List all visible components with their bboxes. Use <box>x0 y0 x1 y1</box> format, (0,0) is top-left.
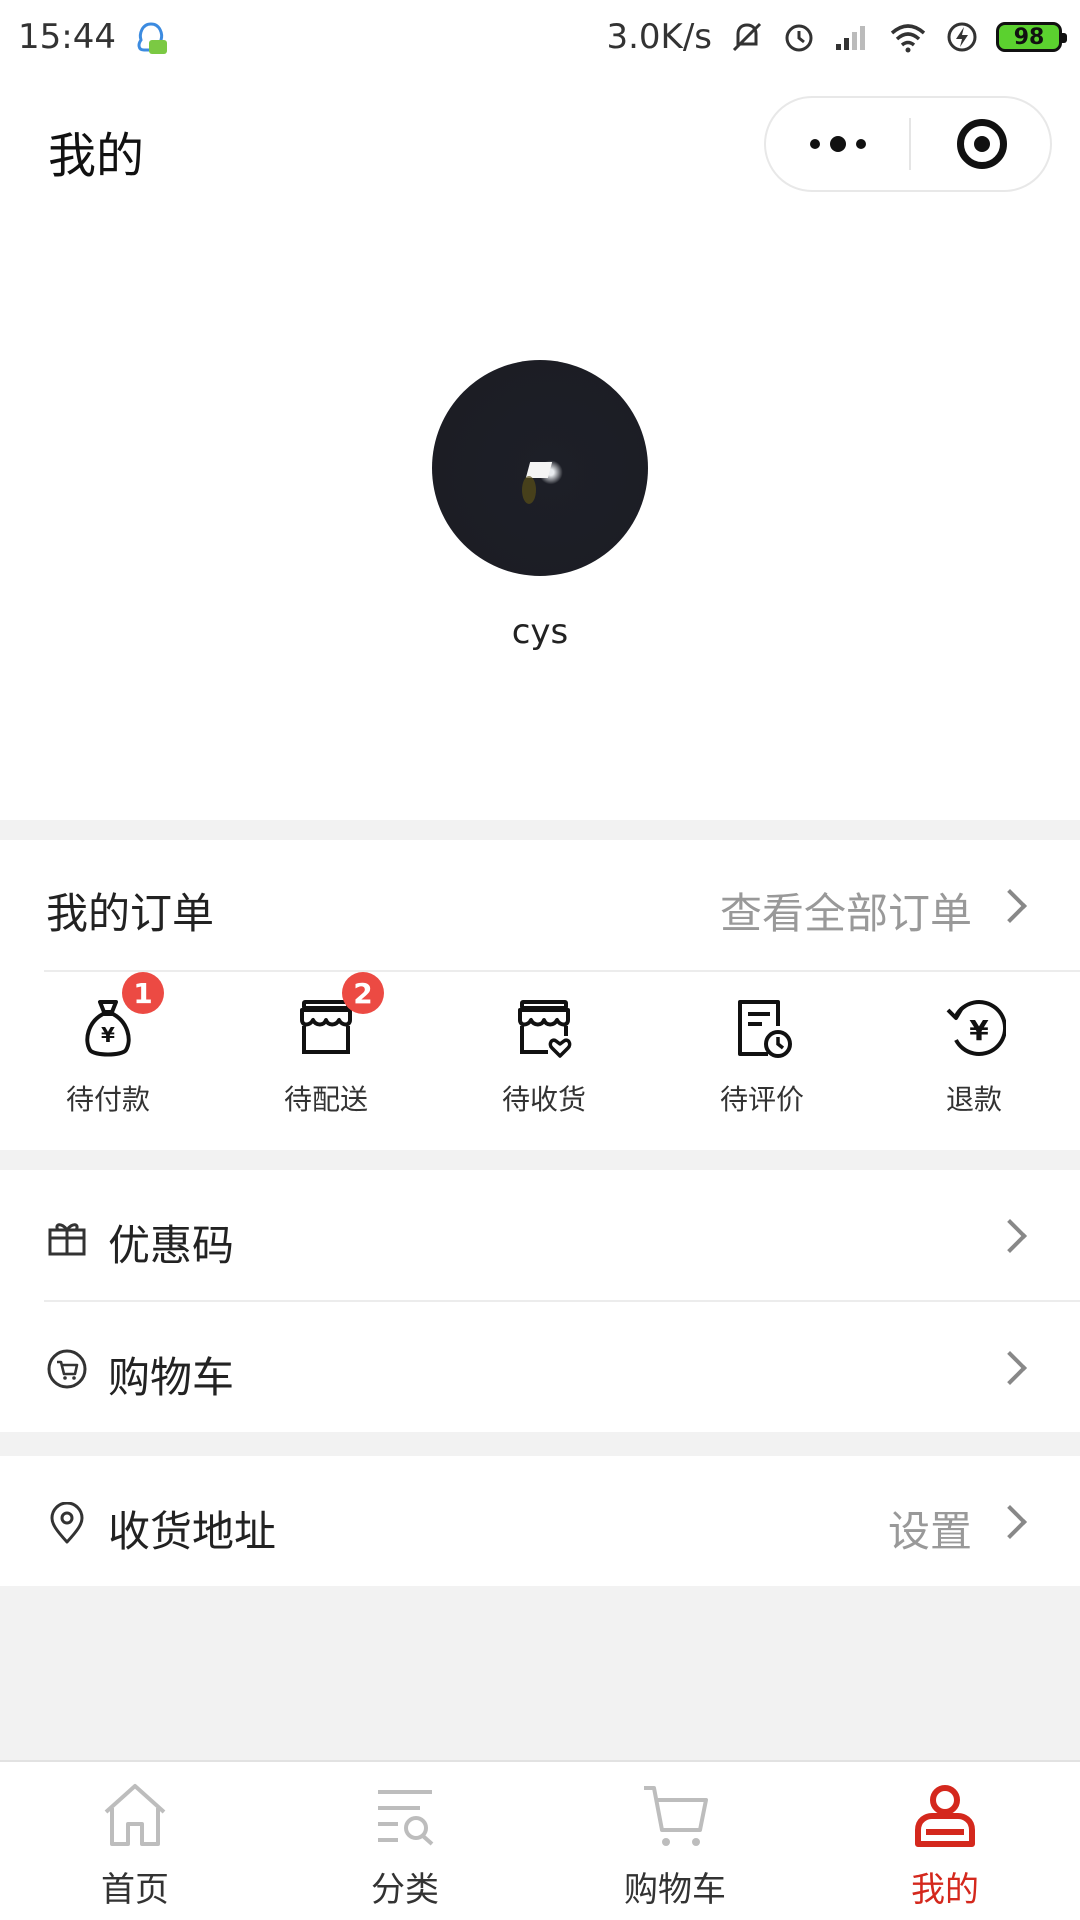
username: cys <box>511 612 569 652</box>
alarm-icon <box>785 24 813 52</box>
order-pending-payment[interactable]: ¥ 1 待付款 <box>8 972 208 1140</box>
svg-text:¥: ¥ <box>969 1014 989 1047</box>
cart-label: 购物车 <box>108 1353 235 1402</box>
tab-label: 首页 <box>101 1870 169 1910</box>
tab-label: 分类 <box>371 1870 439 1910</box>
close-target-icon <box>956 119 1007 169</box>
tab-label: 购物车 <box>624 1870 726 1910</box>
order-status-row: ¥ 1 待付款 2 待配送 待收货 待评价 ¥ 退款 <box>0 972 1080 1140</box>
order-status-label: 退款 <box>945 1083 1002 1116</box>
order-status-label: 待付款 <box>65 1083 150 1116</box>
view-all-orders-link[interactable]: 查看全部订单 <box>720 880 972 941</box>
wifi-icon <box>890 24 926 53</box>
pending-delivery-badge: 2 <box>342 972 384 1014</box>
close-button[interactable] <box>911 98 1052 190</box>
order-pending-receipt[interactable]: 待收货 <box>444 990 644 1140</box>
qq-notification-icon <box>137 22 167 54</box>
category-search-icon <box>378 1790 434 1846</box>
location-pin-icon <box>50 1502 84 1544</box>
tab-label: 我的 <box>911 1870 979 1910</box>
cart-circle-icon <box>47 1349 87 1389</box>
avatar[interactable] <box>432 360 648 576</box>
divider <box>44 970 1080 972</box>
pending-payment-badge: 1 <box>122 972 164 1014</box>
home-icon <box>104 1784 166 1846</box>
battery-icon: 98 <box>996 22 1067 52</box>
more-dot-icon <box>855 139 866 149</box>
profile-section: cys <box>0 216 1080 820</box>
refund-icon: ¥ <box>946 1000 1006 1056</box>
more-button[interactable] <box>766 98 909 190</box>
signal-icon <box>836 26 865 50</box>
chevron-right-icon <box>993 1505 1027 1539</box>
navigation-bar: 我的 <box>0 74 1080 216</box>
cart-row[interactable]: 购物车 <box>0 1302 1080 1432</box>
order-status-label: 待评价 <box>719 1083 804 1116</box>
charging-icon <box>947 22 977 52</box>
store-heart-icon <box>518 1000 572 1058</box>
address-group: 收货地址 设置 <box>0 1456 1080 1586</box>
mute-icon <box>732 22 762 52</box>
battery-level: 98 <box>1013 24 1045 50</box>
order-pending-review[interactable]: 待评价 <box>662 990 862 1140</box>
orders-header[interactable]: 我的订单 查看全部订单 <box>0 840 1080 970</box>
page: 15:44 3.0K/s 98 我的 cys 我的订单 查看全部订单 ¥ 1 待… <box>0 0 1080 1920</box>
order-refund[interactable]: ¥ 退款 <box>874 990 1074 1140</box>
gift-icon <box>48 1223 86 1256</box>
chevron-right-icon <box>993 1219 1027 1253</box>
menu-group: 优惠码 购物车 <box>0 1170 1080 1432</box>
status-time: 15:44 <box>18 17 116 57</box>
tab-home[interactable]: 首页 <box>0 1762 270 1920</box>
status-bar: 15:44 3.0K/s 98 <box>0 0 1080 74</box>
order-status-label: 待收货 <box>501 1083 586 1116</box>
order-pending-delivery[interactable]: 2 待配送 <box>226 972 426 1140</box>
tab-mine[interactable]: 我的 <box>810 1762 1080 1920</box>
address-row[interactable]: 收货地址 设置 <box>0 1456 1080 1586</box>
chevron-right-icon <box>993 1351 1027 1385</box>
tab-bar: 首页 分类 购物车 我的 <box>0 1760 1080 1920</box>
chevron-right-icon <box>993 889 1027 923</box>
orders-section: 我的订单 查看全部订单 ¥ 1 待付款 2 待配送 待收货 待评价 ¥ 退款 <box>0 840 1080 1150</box>
page-title: 我的 <box>48 128 145 184</box>
coupon-row[interactable]: 优惠码 <box>0 1170 1080 1300</box>
user-icon <box>915 1785 975 1847</box>
tab-cart[interactable]: 购物车 <box>540 1762 810 1920</box>
coupon-label: 优惠码 <box>108 1221 235 1270</box>
more-dot-icon <box>809 139 820 149</box>
svg-text:¥: ¥ <box>101 1023 115 1047</box>
mini-program-capsule <box>764 96 1052 192</box>
order-status-label: 待配送 <box>283 1083 368 1116</box>
more-dot-icon <box>829 136 846 152</box>
address-setting-value: 设置 <box>887 1507 972 1556</box>
orders-title: 我的订单 <box>46 889 215 938</box>
network-speed: 3.0K/s <box>606 17 712 57</box>
tab-category[interactable]: 分类 <box>270 1762 540 1920</box>
review-clock-icon <box>738 1000 792 1058</box>
cart-icon <box>644 1786 708 1846</box>
address-label: 收货地址 <box>108 1507 277 1556</box>
